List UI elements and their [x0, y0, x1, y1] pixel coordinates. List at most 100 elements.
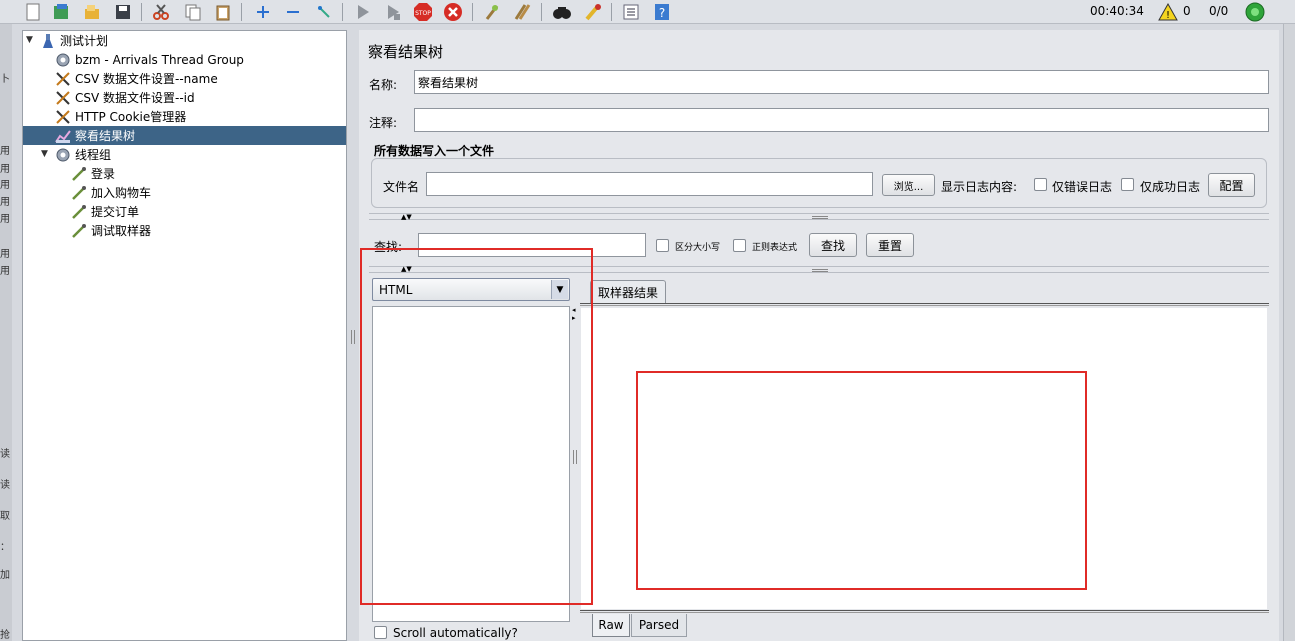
panel-title: 察看结果树: [368, 43, 444, 61]
reset-button[interactable]: 重置: [866, 233, 914, 257]
pipette-icon: [70, 185, 88, 201]
open-icon[interactable]: [81, 1, 103, 23]
comment-label: 注释:: [369, 116, 398, 130]
log-content-label: 显示日志内容:: [941, 180, 1018, 194]
warning-icon[interactable]: !: [1157, 1, 1179, 23]
background-window-strip: 命 卜 用 用 用 用 用 用 用 读 读 取 ： 加 抢: [0, 24, 12, 641]
success-only-label: 仅成功日志: [1140, 180, 1201, 194]
reset-search-icon[interactable]: [582, 1, 604, 23]
success-only-checkbox[interactable]: [1121, 178, 1134, 191]
run-status-icon: [1244, 1, 1266, 23]
test-plan-tree[interactable]: ▼ 测试计划 bzm - Arrivals Thread Group CSV 数…: [22, 30, 347, 641]
split-pane-divider[interactable]: [351, 330, 355, 344]
collapse-icon[interactable]: [282, 1, 304, 23]
scroll-auto-label: Scroll automatically?: [393, 626, 518, 640]
name-field[interactable]: 察看结果树: [414, 70, 1269, 94]
splitter-arrows-icon[interactable]: ▲▼: [401, 213, 412, 221]
tree-node-arrivals-thread-group[interactable]: bzm - Arrivals Thread Group: [54, 50, 244, 69]
toolbar: STOP ? 00:40:34 ! 0 0/0: [0, 0, 1295, 24]
stop-icon[interactable]: STOP: [412, 1, 434, 23]
svg-text:STOP: STOP: [415, 10, 431, 17]
strip-text: 用: [0, 249, 10, 260]
expand-icon[interactable]: [252, 1, 274, 23]
tree-node-submit-order[interactable]: 提交订单: [70, 202, 139, 221]
strip-text: 用: [0, 266, 10, 277]
wrench-icon: [54, 71, 72, 87]
browse-button[interactable]: 浏览...: [882, 174, 935, 196]
strip-text: 用: [0, 180, 10, 191]
strip-text: 用: [0, 214, 10, 225]
strip-text: 读: [0, 480, 10, 491]
help-icon[interactable]: ?: [651, 1, 673, 23]
search-icon[interactable]: [551, 1, 573, 23]
filename-label: 文件名: [383, 180, 420, 194]
flask-icon: [39, 33, 57, 49]
pipette-icon: [70, 166, 88, 182]
start-no-pause-icon[interactable]: [382, 1, 404, 23]
scroll-auto-checkbox[interactable]: [374, 626, 387, 639]
copy-icon[interactable]: [182, 1, 204, 23]
tree-node-debug-sampler[interactable]: 调试取样器: [70, 221, 151, 240]
errors-only-label: 仅错误日志: [1052, 180, 1113, 194]
svg-text:!: !: [1166, 10, 1170, 21]
case-sensitive-checkbox[interactable]: [656, 239, 669, 252]
comment-field[interactable]: [414, 108, 1269, 132]
case-sensitive-label: 区分大小写: [675, 243, 721, 253]
strip-text: 用: [0, 164, 10, 175]
strip-text: 用: [0, 197, 10, 208]
collapse-arrow-icon[interactable]: ▼: [26, 35, 33, 45]
tab-parsed[interactable]: Parsed: [631, 614, 687, 637]
configure-button[interactable]: 配置: [1208, 173, 1255, 197]
filename-field[interactable]: [426, 172, 873, 196]
new-icon[interactable]: [22, 1, 44, 23]
tree-node-add-to-cart[interactable]: 加入购物车: [70, 183, 151, 202]
clear-icon[interactable]: [481, 1, 503, 23]
splitter-grip[interactable]: [812, 216, 828, 219]
tree-node-csv-name[interactable]: CSV 数据文件设置--name: [54, 69, 218, 88]
tab-underline: [580, 303, 1269, 306]
clear-all-icon[interactable]: [511, 1, 533, 23]
tab-sampler-result[interactable]: 取样器结果: [590, 280, 666, 304]
gear-icon: [54, 147, 72, 163]
tree-node-csv-id[interactable]: CSV 数据文件设置--id: [54, 88, 195, 107]
strip-text: 卜: [0, 74, 10, 85]
svg-text:?: ?: [659, 6, 665, 20]
strip-text: ：: [0, 542, 10, 553]
wrench-icon: [54, 90, 72, 106]
shutdown-icon[interactable]: [442, 1, 464, 23]
tree-node-test-plan[interactable]: 测试计划: [39, 31, 108, 50]
templates-icon[interactable]: [50, 1, 72, 23]
splitter-grip[interactable]: [812, 269, 828, 272]
file-group-title: 所有数据写入一个文件: [374, 144, 495, 158]
annotation-box-right: [636, 371, 1087, 590]
vertical-scrollbar[interactable]: [1283, 24, 1295, 641]
find-button[interactable]: 查找: [809, 233, 857, 257]
start-icon[interactable]: [352, 1, 374, 23]
tab-raw[interactable]: Raw: [592, 614, 630, 637]
strip-text: 用: [0, 146, 10, 157]
tree-node-view-results-tree[interactable]: 察看结果树: [23, 126, 346, 145]
tree-node-http-cookie-manager[interactable]: HTTP Cookie管理器: [54, 107, 186, 126]
function-helper-icon[interactable]: [620, 1, 642, 23]
collapse-arrow-icon[interactable]: ▼: [41, 149, 48, 159]
warning-count: 0: [1183, 4, 1191, 18]
errors-only-checkbox[interactable]: [1034, 178, 1047, 191]
regex-label: 正则表达式: [752, 243, 798, 253]
strip-text: 取: [0, 511, 10, 522]
cut-icon[interactable]: [150, 1, 172, 23]
strip-text: 加: [0, 570, 10, 581]
bottom-tab-line: [580, 610, 1269, 613]
paste-icon[interactable]: [212, 1, 234, 23]
save-icon[interactable]: [112, 1, 134, 23]
annotation-box-left: [360, 248, 593, 605]
thread-count: 0/0: [1209, 4, 1229, 18]
pipette-icon: [70, 204, 88, 220]
gear-icon: [54, 52, 72, 68]
tree-node-thread-group[interactable]: 线程组: [54, 145, 111, 164]
regex-checkbox[interactable]: [733, 239, 746, 252]
tree-node-login[interactable]: 登录: [70, 164, 115, 183]
chart-listener-icon: [54, 128, 72, 144]
toggle-icon[interactable]: [313, 1, 335, 23]
wrench-icon: [54, 109, 72, 125]
strip-text: 抢: [0, 630, 10, 641]
